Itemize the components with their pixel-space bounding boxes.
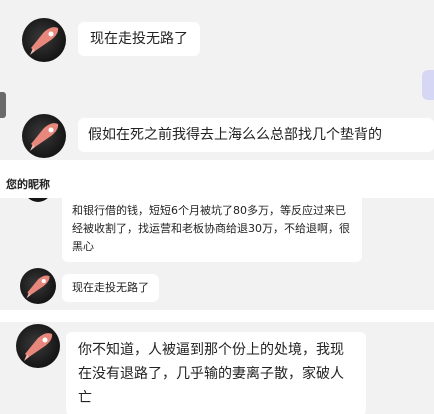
message-bubble: 假如在死之前我得去上海么么总部找几个垫背的 (78, 118, 434, 152)
message-bubble: 现在走投无路了 (62, 274, 159, 302)
message-text: 假如在死之前我得去上海么么总部找几个垫背的 (88, 127, 382, 143)
message-text: 现在走投无路了 (72, 281, 149, 294)
chat-panel-1: 现在走投无路了 假如在死之前我得去上海么么总部找几个垫背的 (0, 0, 434, 160)
message-bubble: 你不知道，人被逼到那个份上的处境，我现在没有退路了，几乎输的妻离子散，家破人亡 (66, 332, 366, 414)
message-bubble: 和银行借的钱，短短6个月被坑了80多万，等反应过来已经被收割了，找运营和老板协商… (62, 198, 362, 262)
avatar[interactable] (22, 114, 66, 158)
side-pill (422, 70, 434, 100)
rocket-avatar-icon (26, 275, 50, 299)
message-text: 现在走投无路了 (90, 31, 188, 47)
header-title: 您的昵称 (6, 178, 50, 191)
chat-panel-2: 和银行借的钱，短短6个月被坑了80多万，等反应过来已经被收割了，找运营和老板协商… (0, 198, 434, 310)
avatar[interactable] (22, 18, 66, 62)
avatar-partial (24, 198, 52, 202)
chat-header: 您的昵称 (0, 160, 434, 198)
message-text: 你不知道，人被逼到那个份上的处境，我现在没有退路了，几乎输的妻离子散，家破人亡 (78, 342, 344, 406)
chat-panel-3: 你不知道，人被逼到那个份上的处境，我现在没有退路了，几乎输的妻离子散，家破人亡 (0, 322, 434, 414)
rocket-avatar-icon (24, 333, 53, 361)
message-text: 和银行借的钱，短短6个月被坑了80多万，等反应过来已经被收割了，找运营和老板协商… (72, 204, 350, 253)
message-bubble: 现在走投无路了 (78, 22, 200, 56)
rocket-avatar-icon (30, 123, 59, 151)
rocket-avatar-icon (30, 27, 59, 55)
avatar[interactable] (16, 324, 60, 368)
avatar[interactable] (20, 268, 56, 304)
scroll-edge-marker (0, 92, 6, 118)
